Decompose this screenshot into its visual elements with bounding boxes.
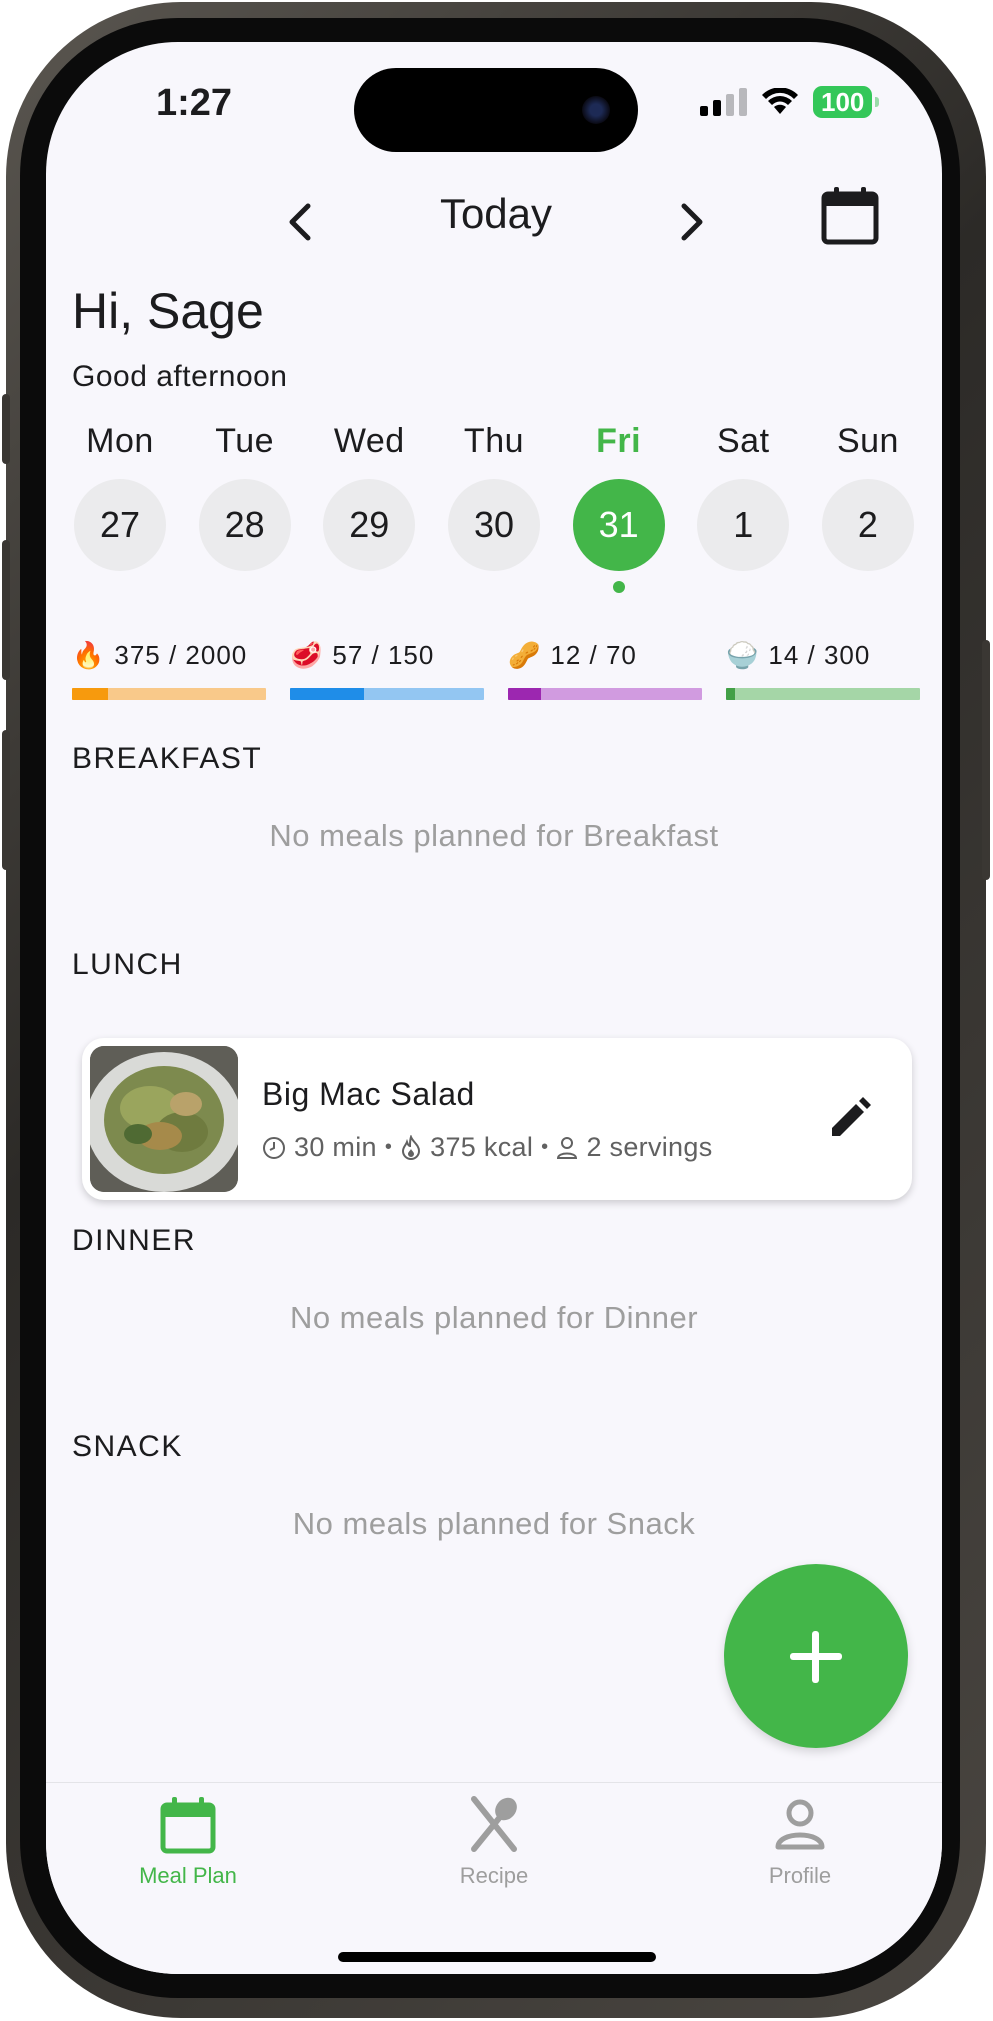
calendar-tab-icon [160, 1797, 216, 1854]
tab-label: Meal Plan [139, 1863, 237, 1888]
cellular-signal-icon [700, 88, 747, 116]
meal-time: 30 min [294, 1132, 377, 1162]
empty-snack: No meals planned for Snack [292, 1506, 696, 1541]
battery-icon: 100 [813, 86, 880, 118]
day-sat[interactable]: Sat 1 [687, 422, 799, 593]
greeting-title: Hi, Sage [72, 283, 264, 339]
calendar-icon[interactable] [818, 184, 882, 248]
fork-spoon-icon [471, 1796, 517, 1852]
bottom-nav: Meal Plan Recipe Profile [46, 1782, 942, 1974]
volume-down-button [2, 730, 10, 870]
home-indicator [338, 1952, 656, 1962]
macro-progress-fill [290, 688, 364, 700]
side-button [2, 394, 10, 464]
flame-icon [402, 1134, 421, 1160]
macro-progress-fill [72, 688, 109, 700]
day-name: Thu [463, 422, 525, 460]
week-strip: Mon 27 Tue 28 Wed 29 Thu 30 Fri 31 Sat 1 Sun 2 [64, 422, 924, 593]
meta-separator: • [384, 1136, 393, 1158]
day-wed[interactable]: Wed 29 [313, 422, 425, 593]
page-title: Today [439, 190, 553, 237]
peanut-icon: 🥜 [508, 639, 541, 670]
wifi-icon [762, 88, 798, 114]
dynamic-island [354, 68, 638, 152]
macro-progress-fill [508, 688, 542, 700]
day-number[interactable]: 30 [447, 479, 540, 571]
empty-dinner: No meals planned for Dinner [289, 1300, 699, 1335]
day-fri[interactable]: Fri 31 [563, 422, 675, 593]
status-icons: 100 [700, 86, 880, 118]
day-number[interactable]: 2 [821, 479, 914, 571]
clock-icon [263, 1136, 285, 1159]
meal-name: Big Mac Salad [262, 1076, 475, 1112]
meal-calories: 375 kcal [430, 1132, 534, 1162]
empty-breakfast: No meals planned for Breakfast [269, 818, 719, 853]
macro-value: 14 / 300 [768, 639, 871, 670]
power-button [982, 640, 990, 880]
macro-progress-bar [726, 688, 920, 700]
day-name: Sun [836, 422, 899, 460]
macro-item: 🍚 14 / 300 [726, 632, 920, 700]
day-sun[interactable]: Sun 2 [812, 422, 924, 593]
fire-icon: 🔥 [72, 639, 105, 670]
person-tab-icon [775, 1799, 825, 1850]
section-title-dinner: DINNER [72, 1224, 197, 1257]
selected-day-dot [612, 581, 625, 593]
greeting-subtitle: Good afternoon [72, 360, 288, 393]
status-time: 1:27 [156, 82, 233, 124]
tab-label: Recipe [459, 1863, 529, 1888]
day-name: Fri [596, 422, 642, 460]
add-meal-button[interactable] [724, 1564, 908, 1748]
meal-image [90, 1046, 238, 1192]
tab-profile[interactable]: Profile [700, 1793, 900, 1889]
app-screen: 1:27 100 Today Hi, Sage Good afternoon M… [46, 42, 942, 1974]
day-number[interactable]: 28 [198, 479, 291, 571]
day-name: Mon [86, 422, 154, 460]
meal-servings: 2 servings [586, 1132, 713, 1162]
section-title-lunch: LUNCH [72, 948, 183, 981]
person-icon [557, 1136, 578, 1159]
macro-item: 🥩 57 / 150 [290, 632, 484, 700]
day-name: Wed [333, 422, 405, 460]
macro-progress-bar [290, 688, 484, 700]
rice-bowl-icon: 🍚 [726, 639, 759, 670]
day-name: Sat [717, 422, 770, 460]
day-number[interactable]: 27 [74, 479, 166, 571]
meal-meta: 30 min • 375 kcal • 2 servings [262, 1132, 713, 1163]
tab-label: Profile [768, 1863, 832, 1888]
chevron-left-icon[interactable] [276, 192, 326, 252]
day-thu[interactable]: Thu 30 [438, 422, 550, 593]
meta-separator: • [541, 1136, 549, 1158]
tab-meal-plan[interactable]: Meal Plan [88, 1793, 288, 1889]
section-title-snack: SNACK [72, 1430, 183, 1463]
meat-icon: 🥩 [290, 639, 323, 670]
macro-progress-bar [508, 688, 702, 700]
chevron-right-icon[interactable] [666, 192, 716, 252]
macro-value: 12 / 70 [550, 639, 637, 670]
edit-icon[interactable] [826, 1094, 874, 1142]
macro-item: 🥜 12 / 70 [508, 632, 702, 700]
macro-item: 🔥 375 / 2000 [72, 632, 266, 700]
day-number[interactable]: 1 [697, 479, 790, 571]
macro-progress-fill [726, 688, 736, 700]
meal-card[interactable]: Big Mac Salad 30 min • 375 kcal • 2 serv… [82, 1038, 912, 1200]
day-number[interactable]: 31 [572, 479, 665, 571]
camera-icon [582, 96, 610, 124]
macro-progress-bar [72, 688, 266, 700]
macro-value: 375 / 2000 [114, 639, 248, 670]
volume-up-button [2, 540, 10, 680]
section-title-breakfast: BREAKFAST [72, 742, 263, 775]
day-name: Tue [215, 422, 275, 460]
day-mon[interactable]: Mon 27 [64, 422, 176, 593]
tab-recipe[interactable]: Recipe [394, 1793, 594, 1889]
day-number[interactable]: 29 [323, 479, 416, 571]
day-tue[interactable]: Tue 28 [189, 422, 301, 593]
macro-value: 57 / 150 [332, 639, 435, 670]
macro-progress: 🔥 375 / 2000 🥩 57 / 150 🥜 12 / 70 🍚 14 / 300 [72, 632, 920, 700]
